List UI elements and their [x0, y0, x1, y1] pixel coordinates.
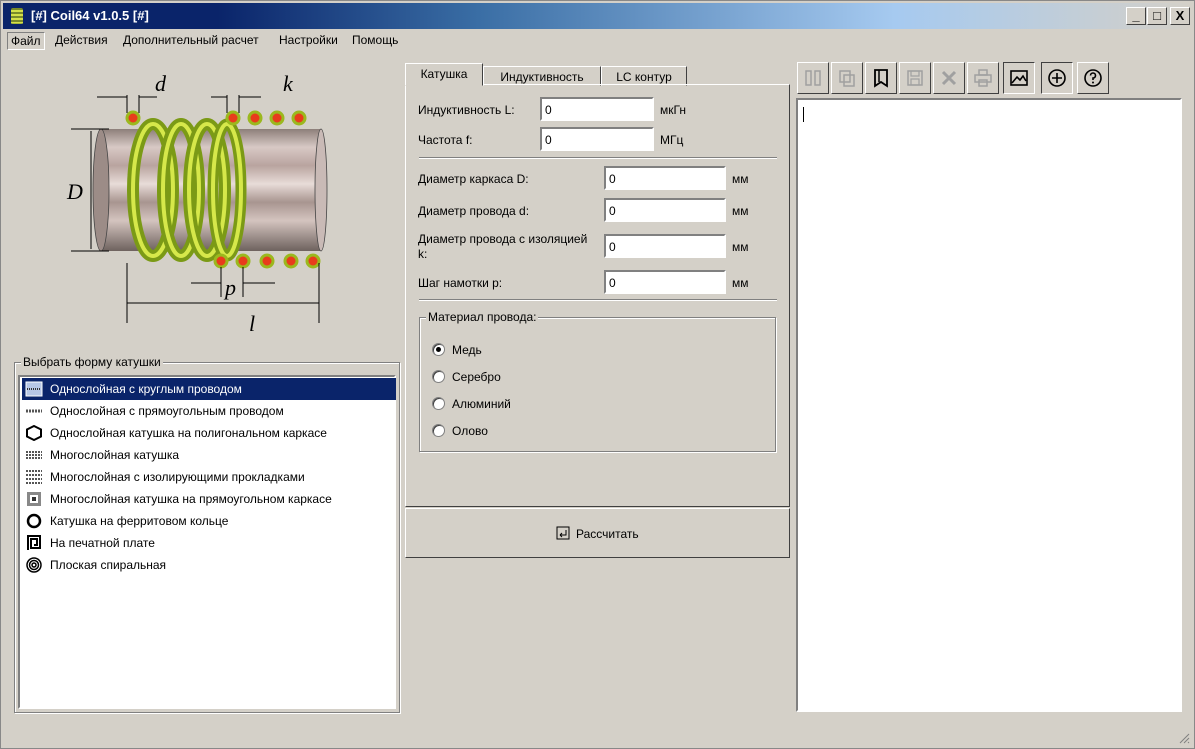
menu-bar: Файл Действия Дополнительный расчет Наст… [3, 30, 1192, 51]
rect-frame-icon [27, 492, 41, 506]
wire-diameter-field[interactable]: 0 [604, 198, 726, 222]
radio-aluminum[interactable] [432, 397, 445, 410]
pitch-label: Шаг намотки p: [418, 276, 503, 290]
coil-diagram: d k D p l [66, 71, 328, 336]
radio-silver[interactable] [432, 370, 445, 383]
menu-help[interactable]: Помощь [349, 32, 401, 48]
tab-lc[interactable]: LC контур [601, 66, 687, 86]
label-d: d [155, 71, 167, 96]
list-item[interactable]: Однослойная с круглым проводом [22, 378, 396, 400]
copy-icon [839, 70, 855, 87]
label-D: D [66, 179, 83, 204]
help-button[interactable] [1077, 62, 1109, 94]
list-item[interactable]: Плоская спиральная [22, 554, 396, 576]
frequency-label: Частота f: [418, 133, 473, 147]
columns-icon [805, 70, 821, 86]
image-icon [1010, 70, 1028, 86]
pitch-field[interactable]: 0 [604, 270, 726, 294]
radio-copper-label: Медь [452, 343, 482, 357]
frequency-unit: МГц [660, 133, 684, 147]
close-button[interactable]: X [1170, 7, 1190, 25]
show-image-button[interactable] [1003, 62, 1035, 94]
label-p: p [223, 275, 236, 300]
printer-icon [974, 69, 992, 87]
wire-insulation-label: Диаметр провода с изоляцией [418, 232, 588, 246]
window-title: [#] Coil64 v1.0.5 [#] [31, 8, 149, 23]
list-item[interactable]: На печатной плате [22, 532, 396, 554]
diameter-label: Диаметр каркаса D: [418, 172, 529, 186]
diameter-unit: мм [732, 172, 749, 186]
coil-shape-caption: Выбрать форму катушки [21, 355, 163, 369]
save-button[interactable] [899, 62, 931, 94]
wire-insulation-field[interactable]: 0 [604, 234, 726, 258]
pitch-unit: мм [732, 276, 749, 290]
results-output[interactable] [796, 98, 1182, 712]
multilayer-icon [26, 451, 42, 459]
coil-app-icon [11, 8, 23, 24]
save-icon [907, 70, 923, 86]
print-button[interactable] [967, 62, 999, 94]
copy-button[interactable] [831, 62, 863, 94]
menu-additional-calc[interactable]: Дополнительный расчет [120, 32, 262, 48]
app-window: [#] Coil64 v1.0.5 [#] _ □ X Файл Действи… [0, 0, 1195, 749]
radio-aluminum-label: Алюминий [452, 397, 511, 411]
separator [419, 299, 777, 301]
wire-diameter-unit: мм [732, 204, 749, 218]
multilayer-gaps-icon [26, 470, 42, 484]
split-view-button[interactable] [797, 62, 829, 94]
calculate-icon [556, 526, 570, 540]
resize-grip-icon[interactable] [1178, 732, 1190, 744]
additional-result-button[interactable] [1041, 62, 1073, 94]
list-item[interactable]: Многослойная катушка [22, 444, 396, 466]
calculate-button[interactable]: Рассчитать [554, 523, 644, 545]
radio-tin-label: Олово [452, 424, 488, 438]
text-caret [803, 107, 804, 122]
separator [419, 157, 777, 159]
list-item[interactable]: Однослойная катушка на полигональном кар… [22, 422, 396, 444]
polygon-icon [26, 425, 42, 441]
wire-insulation-label-k: k: [418, 247, 428, 261]
material-caption: Материал провода: [426, 310, 539, 324]
list-item[interactable]: Катушка на ферритовом кольце [22, 510, 396, 532]
single-layer-rect-icon [26, 409, 42, 413]
inductance-unit: мкГн [660, 103, 686, 117]
frequency-field[interactable]: 0 [540, 127, 654, 151]
open-button[interactable] [865, 62, 897, 94]
wire-diameter-label: Диаметр провода d: [418, 204, 530, 218]
pcb-icon [27, 535, 41, 550]
list-item[interactable]: Однослойная с прямоугольным проводом [22, 400, 396, 422]
clear-button[interactable] [933, 62, 965, 94]
delete-icon [941, 70, 957, 86]
title-bar[interactable]: [#] Coil64 v1.0.5 [#] _ □ X [3, 3, 1192, 29]
folder-icon [874, 69, 888, 88]
label-l: l [249, 311, 255, 336]
tab-coil[interactable]: Катушка [405, 63, 483, 86]
inductance-field[interactable]: 0 [540, 97, 654, 121]
plus-circle-icon [1048, 69, 1066, 87]
inductance-label: Индуктивность L: [418, 103, 515, 117]
calculate-panel: Рассчитать [405, 508, 790, 558]
ferrite-ring-icon [26, 513, 42, 529]
tab-inductance[interactable]: Индуктивность [483, 66, 601, 86]
menu-actions[interactable]: Действия [52, 32, 111, 48]
diameter-field[interactable]: 0 [604, 166, 726, 190]
help-icon [1084, 69, 1102, 87]
menu-settings[interactable]: Настройки [276, 32, 341, 48]
maximize-button[interactable]: □ [1147, 7, 1167, 25]
label-k: k [283, 71, 294, 96]
list-item[interactable]: Многослойная катушка на прямоугольном ка… [22, 488, 396, 510]
wire-insulation-unit: мм [732, 240, 749, 254]
radio-tin[interactable] [432, 424, 445, 437]
coil-shape-list[interactable]: Однослойная с круглым проводом Однослойн… [18, 375, 396, 709]
flat-spiral-icon [26, 557, 42, 573]
radio-copper[interactable] [432, 343, 445, 356]
minimize-button[interactable]: _ [1126, 7, 1146, 25]
list-item[interactable]: Многослойная с изолирующими прокладками [22, 466, 396, 488]
single-layer-round-icon [25, 381, 43, 397]
radio-silver-label: Серебро [452, 370, 501, 384]
menu-file[interactable]: Файл [7, 32, 45, 50]
